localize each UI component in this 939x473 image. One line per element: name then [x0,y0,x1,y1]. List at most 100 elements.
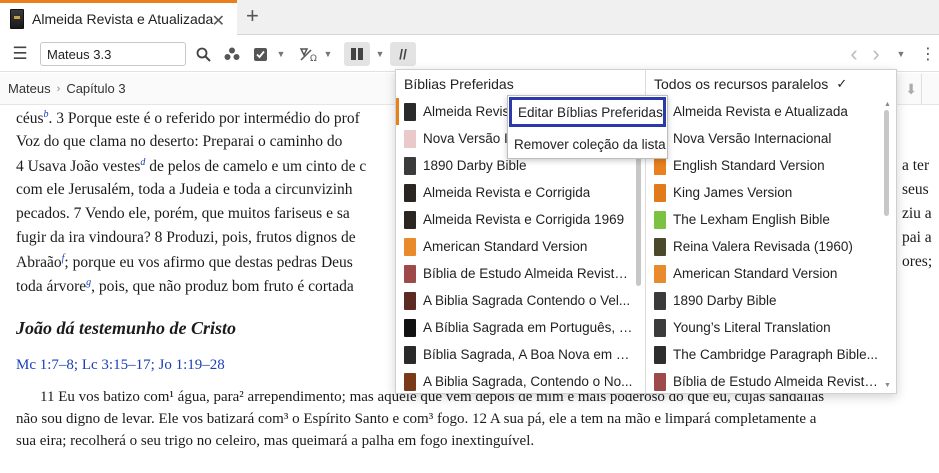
bible-list-item[interactable]: 1890 Darby Bible [646,287,896,314]
bible-list-item-label: American Standard Version [673,266,838,281]
layout-columns-icon[interactable] [344,42,370,66]
book-cover-icon [654,372,666,391]
edit-preferred-bibles-item[interactable]: Editar Bíblias Preferidas [509,97,666,127]
breadcrumb-chapter[interactable]: Capítulo 3 [66,81,125,96]
back-button[interactable]: ‹ [846,41,862,66]
all-parallel-list: Almeida Revista e Atualizada Nova Versão … [646,98,896,395]
book-cover-icon [10,9,24,29]
bible-list-item-label: Bíblia de Estudo Almeida Revista... [673,374,883,389]
chevron-right-icon: › [56,82,61,95]
bible-list-item-label: The Cambridge Paragraph Bible... [673,347,878,362]
check-icon: ✓ [836,76,848,91]
bible-list-item[interactable]: Almeida Revista e Corrigida 1969 [396,206,645,233]
text-fragment: ziu a [902,205,932,222]
bible-list-item[interactable]: A Bíblia Sagrada em Português, E... [396,314,645,341]
remove-collection-item[interactable]: Remover coleção da lista [508,129,667,159]
close-icon[interactable]: ✕ [212,11,225,31]
text-line: pecados. 7 Vendo ele, porém, que muitos … [16,205,350,222]
breadcrumb-book[interactable]: Mateus [8,81,51,96]
scroll-up-icon[interactable]: ▲ [884,101,891,108]
bible-list-item[interactable]: American Standard Version [396,233,645,260]
forward-button[interactable]: › [868,41,884,66]
bible-list-item[interactable]: English Standard Version [646,152,896,179]
book-cover-icon [404,156,416,175]
text-fragment: ores; [902,253,933,270]
preferred-bibles-header[interactable]: Bíblias Preferidas [396,70,645,98]
bible-list-item[interactable]: The Cambridge Paragraph Bible... [646,341,896,368]
book-cover-icon [654,318,666,337]
bible-list-item[interactable]: A Biblia Sagrada, Contendo o No... [396,368,645,395]
bible-list-item-label: A Biblia Sagrada, Contendo o No... [423,374,633,389]
book-cover-icon [404,183,416,202]
cross-references[interactable]: Mc 1:7–8; Lc 3:15–17; Jo 1:19–28 [16,357,225,374]
bible-list-item-label: Young’s Literal Translation [673,320,831,335]
bible-list-item[interactable]: Reina Valera Revisada (1960) [646,233,896,260]
bible-list-item[interactable]: The Lexham English Bible [646,206,896,233]
people-icon[interactable] [223,44,241,64]
bible-list-item[interactable]: Bíblia Sagrada, A Boa Nova em P... [396,341,645,368]
bible-list-item[interactable]: Bíblia de Estudo Almeida Revista... [646,368,896,395]
bible-list-item-label: Reina Valera Revisada (1960) [673,239,853,254]
book-cover-icon [404,129,416,148]
bible-list-item[interactable]: A Biblia Sagrada Contendo o Vel... [396,287,645,314]
book-cover-icon [654,183,666,202]
book-cover-icon [654,345,666,364]
tab-almeida[interactable]: Almeida Revista e Atualizada ✕ [0,0,237,35]
reference-input[interactable] [40,42,186,66]
add-tab-button[interactable]: + [246,5,259,27]
bible-list-item[interactable]: Nova Versão Internacional [646,125,896,152]
bible-list-item[interactable]: King James Version [646,179,896,206]
text-fragment: pai a [902,229,932,246]
book-cover-icon [654,210,666,229]
book-cover-icon [404,345,416,364]
bible-list-item-label: 1890 Darby Bible [423,158,527,173]
text-line: Abraãof; porque eu vos afirmo que destas… [16,253,353,272]
book-cover-icon [654,291,666,310]
book-cover-icon [654,264,666,283]
bible-list-item[interactable]: Almeida Revista e Corrigida [396,179,645,206]
download-arrow-icon[interactable]: ⬇ [905,81,917,98]
bible-list-item-label: Almeida Revista e Corrigida [423,185,591,200]
menu-icon[interactable]: ☰ [10,44,30,64]
search-icon[interactable] [194,44,212,64]
all-parallel-column: Todos os recursos paralelos ✓ Almeida Rev… [646,70,896,393]
all-parallel-header[interactable]: Todos os recursos paralelos ✓ [646,70,896,98]
bible-list-item-label: The Lexham English Bible [673,212,830,227]
bible-list-item-label: King James Version [673,185,793,200]
chevron-down-icon[interactable]: ▼ [276,44,286,64]
book-cover-icon [404,318,416,337]
toolbar: ☰ ▼ Ω ▼ ▼ // ‹ › ▼ ⋮ [0,36,939,72]
book-cover-icon [654,237,666,256]
bible-list-item[interactable]: Bíblia de Estudo Almeida Revista... [396,260,645,287]
book-cover-icon [404,372,416,391]
bible-list-item-label: Almeida Revista e Corrigida 1969 [423,212,625,227]
text-fragment: a ter [902,157,930,174]
checkbox-icon[interactable] [251,44,269,64]
book-cover-icon [404,210,416,229]
parallel-resources-button[interactable]: // [390,42,416,66]
side-panel-edge [921,74,939,105]
text-line: toda árvoreg, pois, que não produz bom f… [16,277,354,296]
more-icon[interactable]: ⋮ [920,44,936,64]
text-line: Voz do que clama no deserto: Preparai o … [16,133,343,150]
bible-list-item[interactable]: Almeida Revista e Atualizada [646,98,896,125]
scrollbar[interactable] [884,110,889,216]
bible-list-item-label: A Bíblia Sagrada em Português, E... [423,320,633,335]
book-cover-icon [404,264,416,283]
chevron-down-icon[interactable]: ▼ [896,44,906,64]
book-cover-icon [404,237,416,256]
text-line: não sou digno de levar. Ele vos batizará… [16,411,817,427]
book-cover-icon [404,102,416,121]
bible-list-item-label: American Standard Version [423,239,588,254]
chevron-down-icon[interactable]: ▼ [375,44,385,64]
svg-text:Ω: Ω [310,54,317,62]
scroll-down-icon[interactable]: ▼ [884,382,891,389]
tab-bar: Almeida Revista e Atualizada ✕ + [0,0,939,35]
book-cover-icon [404,291,416,310]
visual-filter-icon[interactable]: Ω [298,44,320,64]
chevron-down-icon[interactable]: ▼ [323,44,333,64]
text-line: fugir da ira vindoura? 8 Produzi, pois, … [16,229,356,246]
bible-list-item[interactable]: American Standard Version [646,260,896,287]
text-fragment: seus [902,181,929,198]
bible-list-item[interactable]: Young’s Literal Translation [646,314,896,341]
